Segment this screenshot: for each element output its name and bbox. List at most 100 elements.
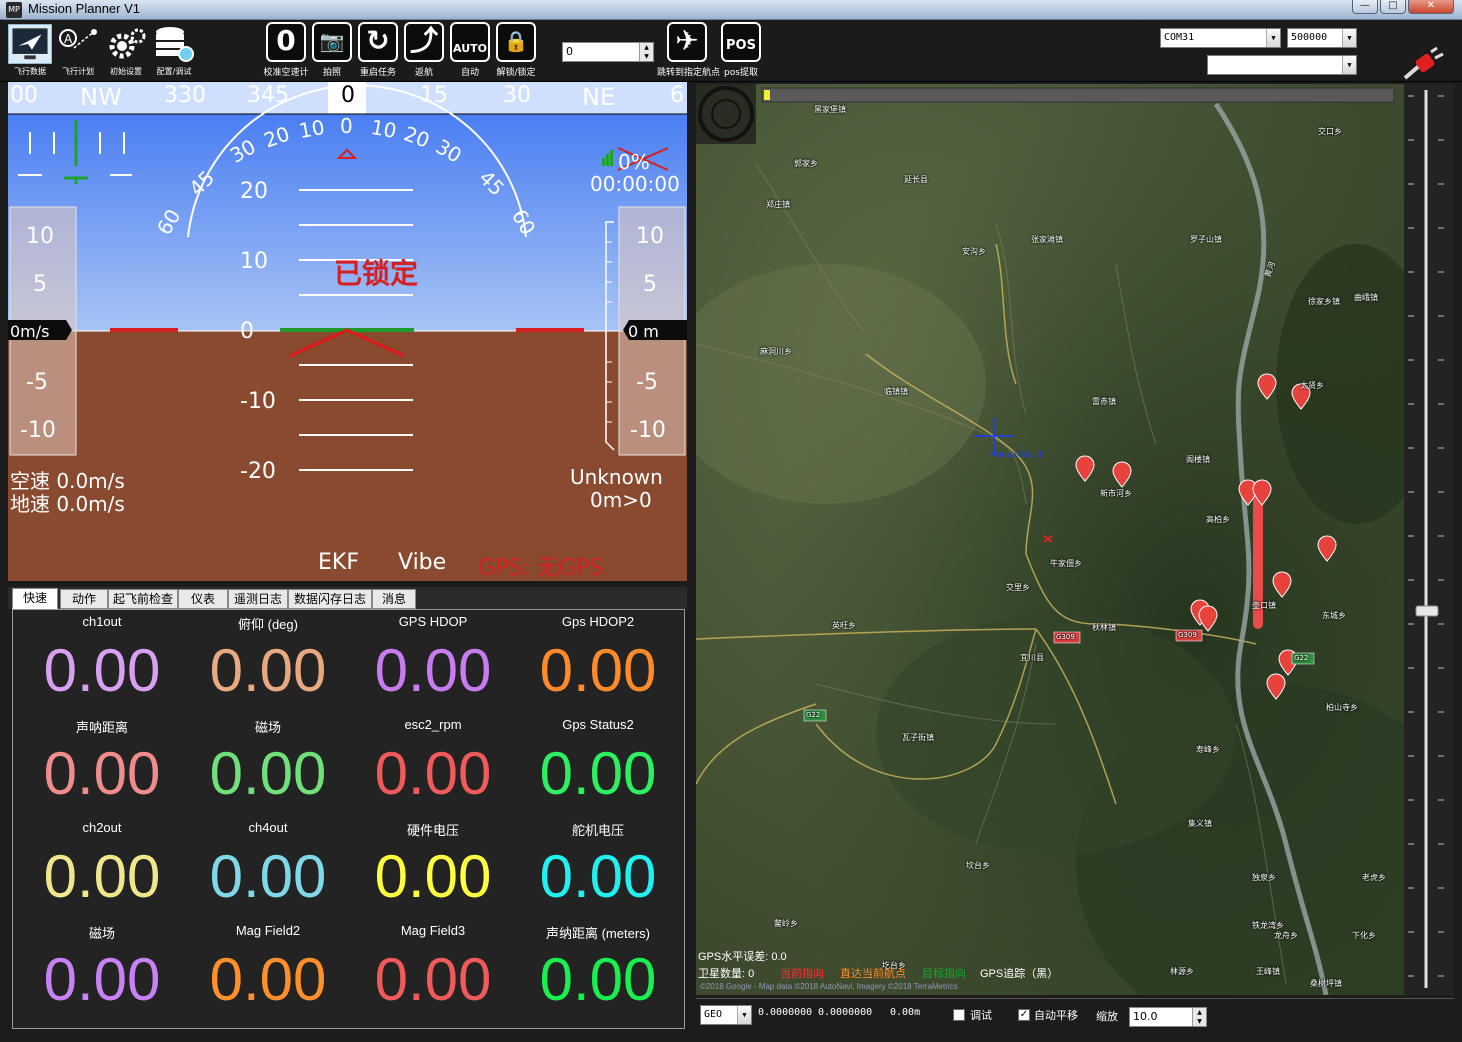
quick-cell[interactable]: Mag Field3 0.00: [350, 919, 516, 1022]
spin-down-icon[interactable]: ▼: [639, 52, 653, 61]
nav-flight-plan[interactable]: A 飞行计划: [54, 24, 102, 80]
battery-percent: 0%: [618, 150, 650, 174]
speed-tape-label: -5: [26, 370, 48, 395]
quick-cell[interactable]: 磁场 0.00: [185, 713, 351, 816]
pos-extract-button[interactable]: POS pos提取: [716, 22, 766, 78]
restart-icon: ↻: [358, 22, 398, 62]
chevron-down-icon: ▼: [737, 1006, 751, 1024]
quick-cell-name: ch2out: [82, 820, 122, 835]
tab-actions[interactable]: 动作: [60, 589, 108, 609]
hud-panel: 00 NW 330 345 0 15 30 NE 6 60 45 30 20 1…: [8, 82, 687, 581]
port-select[interactable]: COM31 ▼: [1160, 28, 1281, 48]
waypoint-path-icon: ✈: [667, 22, 707, 62]
spin-up-icon[interactable]: ▲: [1192, 1008, 1206, 1017]
place-label: 柏山寺乡: [1326, 703, 1358, 712]
sky: [8, 114, 687, 331]
quick-cell[interactable]: ch2out 0.00: [19, 816, 185, 919]
quick-cell[interactable]: 俯仰 (deg) 0.00: [185, 610, 351, 713]
quick-cell[interactable]: GPS HDOP 0.00: [350, 610, 516, 713]
nav-flight-plan-label: 飞行计划: [62, 67, 94, 76]
quick-cell[interactable]: ch1out 0.00: [19, 610, 185, 713]
auto-mode-button[interactable]: AUTO 自动: [445, 22, 495, 78]
ekf-status[interactable]: EKF: [318, 550, 359, 575]
waypoint-number-spinner[interactable]: 0 ▲ ▼: [562, 42, 654, 62]
lock-icon: 🔒: [496, 22, 536, 62]
gps-hdop-text: GPS水平误差: 0.0: [698, 951, 787, 963]
map-view[interactable]: 黑家堡镇 郭家乡 延长县 郑庄镇 交口乡 张家滩镇 罗子山镇 安沟乡 徐家乡镇 …: [696, 84, 1404, 995]
quick-cell[interactable]: 声呐距离 0.00: [19, 713, 185, 816]
quick-cell[interactable]: 硬件电压 0.00: [350, 816, 516, 919]
quick-cell-name: ch4out: [248, 820, 288, 835]
link-stats-select[interactable]: ▼: [1207, 55, 1357, 75]
quick-cell[interactable]: 舵机电压 0.00: [515, 816, 681, 919]
place-label: 下化乡: [1352, 931, 1376, 940]
tab-messages[interactable]: 消息: [372, 589, 416, 609]
goto-waypoint-button[interactable]: ✈ 跳转到指定航点: [657, 22, 720, 78]
tab-tlogs[interactable]: 遥测日志: [228, 589, 288, 609]
heading-label: 345: [247, 83, 289, 108]
nav-config-tuning[interactable]: 配置/调试: [150, 24, 198, 80]
spin-down-icon[interactable]: ▼: [1192, 1017, 1206, 1026]
alt-tape-label: 10: [636, 224, 664, 249]
quick-cell-value: 0.00: [209, 740, 327, 807]
pos-icon: POS: [721, 22, 761, 62]
gps-status[interactable]: GPS: 无GPS: [478, 550, 603, 581]
zero-icon: 0: [266, 22, 306, 62]
zoom-slider[interactable]: [1404, 84, 1454, 995]
autopan-checkbox[interactable]: ✓: [1018, 1009, 1030, 1021]
coord-system-select[interactable]: GEO ▼: [700, 1005, 752, 1025]
place-label: 林源乡: [1170, 967, 1194, 976]
quick-cell[interactable]: esc2_rpm 0.00: [350, 713, 516, 816]
alt-tape-label: -5: [636, 370, 658, 395]
tab-gauges[interactable]: 仪表: [178, 589, 228, 609]
take-photo-label: 拍照: [322, 68, 341, 78]
quick-cell[interactable]: 声纳距离 (meters) 0.00: [515, 919, 681, 1022]
pitch-label: -20: [240, 459, 276, 484]
nav-initial-setup[interactable]: 初始设置: [102, 24, 150, 80]
take-photo-button[interactable]: 📷 拍照: [307, 22, 357, 78]
quick-cell[interactable]: ch4out 0.00: [185, 816, 351, 919]
calibrate-airspeed-label: 校准空速计: [263, 68, 309, 78]
chevron-down-icon: ▼: [1342, 56, 1356, 74]
quick-cell[interactable]: Gps HDOP2 0.00: [515, 610, 681, 713]
zoom-slider-thumb[interactable]: [1415, 605, 1439, 617]
tab-dataflash-logs[interactable]: 数据闪存日志: [288, 589, 372, 609]
minimize-button[interactable]: —: [1352, 0, 1378, 14]
quick-cell-name: 声纳距离 (meters): [545, 926, 650, 941]
longitude: 0.0000000: [818, 1007, 873, 1018]
quick-cell[interactable]: Gps Status2 0.00: [515, 713, 681, 816]
alt-tape-label: -10: [630, 418, 666, 443]
vibe-status[interactable]: Vibe: [398, 550, 446, 575]
tab-preflight[interactable]: 起飞前检查: [108, 589, 178, 609]
legend-gps-track: GPS追踪（黑）: [980, 968, 1059, 980]
speed-tape-label: 10: [26, 224, 54, 249]
zoom-value: 10.0: [1133, 1010, 1158, 1023]
close-button[interactable]: ✕: [1408, 0, 1454, 14]
alt-readout: 0 m: [628, 322, 659, 341]
quick-cell-name: GPS HDOP: [398, 614, 468, 629]
quick-cell[interactable]: Mag Field2 0.00: [185, 919, 351, 1022]
baud-select[interactable]: 500000 ▼: [1287, 28, 1357, 48]
place-label: 集义镇: [1188, 819, 1212, 828]
nav-flight-data[interactable]: 飞行数据: [6, 24, 54, 80]
place-label: 老虎乡: [1362, 873, 1386, 882]
armed-status-text: 已锁定: [334, 257, 419, 290]
debug-checkbox[interactable]: [953, 1009, 965, 1021]
place-label: 黑家堡镇: [814, 105, 846, 114]
place-label: 临镇镇: [884, 387, 908, 396]
altitude: 0.00m: [890, 1007, 921, 1018]
calibrate-airspeed-button[interactable]: 0 校准空速计: [261, 22, 311, 78]
tab-quick[interactable]: 快速: [12, 588, 58, 609]
zoom-spinner[interactable]: 10.0 ▲ ▼: [1129, 1007, 1207, 1027]
maximize-button[interactable]: □: [1380, 0, 1406, 14]
quick-cell[interactable]: 磁场 0.00: [19, 919, 185, 1022]
zoom-label: 缩放: [1096, 1010, 1118, 1023]
heading-label: 6: [670, 83, 684, 108]
place-label: 牛家佃乡: [1050, 559, 1082, 568]
data-tabs: 快速 动作 起飞前检查 仪表 遥测日志 数据闪存日志 消息: [8, 587, 687, 609]
quick-cell-value: 0.00: [209, 946, 327, 1013]
restart-mission-button[interactable]: ↻ 重启任务: [353, 22, 403, 78]
arm-disarm-button[interactable]: 🔒 解锁/锁定: [491, 22, 541, 78]
return-home-button[interactable]: ⤴ 返航: [399, 22, 449, 78]
spin-up-icon[interactable]: ▲: [639, 43, 653, 52]
